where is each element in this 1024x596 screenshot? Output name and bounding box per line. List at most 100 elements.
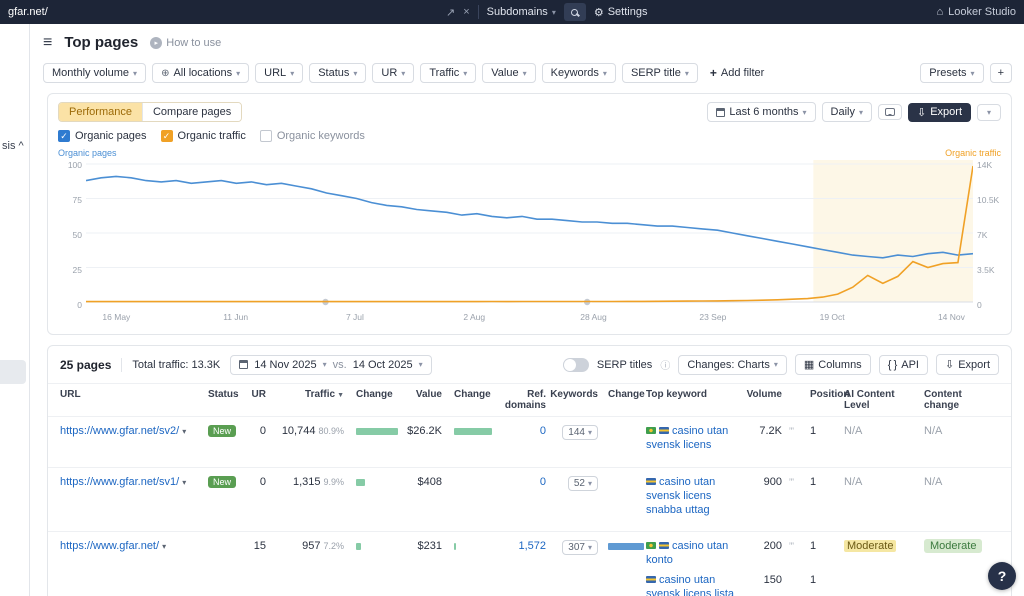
chevron-down-icon: ▾ [463, 69, 467, 78]
col-value[interactable]: Value [392, 389, 446, 411]
keyword-flags [646, 574, 659, 586]
sidebar-selected-item-fragment[interactable] [0, 360, 26, 384]
col-keywords-change[interactable]: Change [602, 389, 646, 411]
col-top-keyword[interactable]: Top keyword [646, 389, 746, 411]
chevron-down-icon: ▾ [971, 69, 975, 78]
col-spacer [786, 389, 800, 411]
ur-value: 15 [246, 540, 270, 552]
filter-monthly-volume[interactable]: Monthly volume▾ [43, 63, 146, 83]
api-button[interactable]: { }API [879, 355, 928, 375]
domain-input[interactable]: gfar.net/ [8, 6, 438, 18]
top-keyword-link[interactable]: casino utan svensk licens lista [646, 574, 734, 596]
sidebar-fragment[interactable]: sis ^ [2, 140, 24, 152]
secondary-date[interactable]: 14 Oct 2025 [353, 359, 413, 371]
filter-url[interactable]: URL▾ [255, 63, 303, 83]
col-url[interactable]: URL [60, 389, 208, 411]
keywords-select[interactable]: 307▾ [562, 540, 598, 555]
columns-button[interactable]: ▦Columns [795, 354, 871, 375]
play-icon: ▸ [150, 37, 162, 49]
col-keywords[interactable]: Keywords [550, 389, 602, 411]
notes-button[interactable] [878, 104, 902, 120]
legend-organic-pages[interactable]: ✓Organic pages [58, 130, 147, 142]
filter-status[interactable]: Status▾ [309, 63, 366, 83]
subdomains-dropdown[interactable]: Subdomains ▾ [487, 6, 556, 18]
search-button[interactable] [564, 3, 586, 21]
filter-traffic[interactable]: Traffic▾ [420, 63, 476, 83]
how-to-use-link[interactable]: ▸ How to use [150, 37, 221, 49]
expand-caret-icon[interactable]: ▾ [182, 427, 186, 436]
traffic-value: 10,744 [282, 425, 316, 437]
chart-export-button[interactable]: ⇩Export [908, 103, 971, 122]
keyword-volume: 900 [746, 476, 786, 488]
filter-all-locations[interactable]: ⊕All locations▾ [152, 63, 249, 83]
help-button[interactable]: ? [988, 562, 1016, 590]
open-in-new-tab-icon[interactable]: ↗ [446, 6, 455, 19]
globe-icon: ⊕ [161, 68, 169, 79]
page-url-link[interactable]: https://www.gfar.net/sv1/ [60, 476, 179, 488]
ref-domains-link[interactable]: 0 [540, 425, 546, 437]
chevron-down-icon: ▾ [323, 360, 327, 369]
keywords-select[interactable]: 52▾ [568, 476, 598, 491]
col-value-change[interactable]: Change [446, 389, 486, 411]
col-traffic[interactable]: Traffic▼ [270, 389, 348, 411]
compare-dates-control[interactable]: 14 Nov 2025 ▾ vs. 14 Oct 2025 ▾ [230, 355, 431, 375]
legend-organic-traffic[interactable]: ✓Organic traffic [161, 130, 246, 142]
expand-caret-icon[interactable]: ▾ [162, 542, 166, 551]
expand-caret-icon[interactable]: ▾ [182, 478, 186, 487]
col-traffic-change[interactable]: Change [348, 389, 392, 411]
add-filter-button[interactable]: +Add filter [704, 63, 770, 83]
quotes-icon: ”” [789, 477, 793, 487]
divider [478, 5, 479, 19]
total-traffic: Total traffic: 13.3K [132, 359, 220, 371]
value: $231 [392, 540, 446, 552]
changes-dropdown[interactable]: Changes: Charts▾ [678, 355, 787, 375]
ref-domains-link[interactable]: 1,572 [518, 540, 546, 552]
chevron-down-icon: ▾ [419, 360, 423, 369]
tab-performance[interactable]: Performance [59, 103, 142, 121]
filter-value[interactable]: Value▾ [482, 63, 535, 83]
table-row[interactable]: https://www.gfar.net/sv1/▾ New 0 1,3159.… [48, 467, 1011, 531]
page-url-link[interactable]: https://www.gfar.net/ [60, 540, 159, 552]
info-icon[interactable]: ⓘ [660, 357, 670, 372]
col-volume[interactable]: Volume [746, 389, 786, 411]
col-position[interactable]: Position [800, 389, 844, 411]
x-tick-label: 19 Oct [820, 312, 845, 322]
x-axis-labels: 16 May11 Jun7 Jul2 Aug28 Aug23 Sep19 Oct… [90, 312, 969, 328]
chevron-down-icon: ▾ [552, 8, 556, 17]
table-row[interactable]: https://www.gfar.net/▾ 15 9577.2% $231 1… [48, 531, 1011, 596]
filter-serp-title[interactable]: SERP title▾ [622, 63, 698, 83]
presets-dropdown[interactable]: Presets▾ [920, 63, 983, 83]
date-range-dropdown[interactable]: Last 6 months▾ [707, 102, 815, 122]
settings-button[interactable]: ⚙ Settings [594, 6, 648, 19]
columns-icon: ▦ [804, 358, 814, 371]
traffic-value: 1,315 [293, 476, 321, 488]
col-status[interactable]: Status [208, 389, 246, 411]
ref-domains-link[interactable]: 0 [540, 476, 546, 488]
traffic-chart-svg[interactable] [86, 160, 973, 310]
filter-keywords[interactable]: Keywords▾ [542, 63, 616, 83]
table-row[interactable]: https://www.gfar.net/sv2/▾ New 0 10,7448… [48, 416, 1011, 467]
filter-ur[interactable]: UR▾ [372, 63, 414, 83]
clear-icon[interactable]: × [463, 6, 469, 18]
flag-icon-br [646, 542, 656, 549]
collapsed-sidebar: sis ^ [0, 24, 30, 596]
col-content-change[interactable]: Content change [924, 389, 1002, 411]
menu-icon[interactable]: ≡ [43, 35, 52, 51]
serp-titles-toggle[interactable] [563, 358, 589, 372]
chevron-down-icon: ▾ [353, 69, 357, 78]
tab-compare-pages[interactable]: Compare pages [142, 103, 241, 121]
col-ur[interactable]: UR [246, 389, 270, 411]
looker-studio-button[interactable]: ⌂ Looker Studio [936, 6, 1016, 18]
page-url-link[interactable]: https://www.gfar.net/sv2/ [60, 425, 179, 437]
primary-date[interactable]: 14 Nov 2025 [254, 359, 316, 371]
legend-organic-keywords[interactable]: Organic keywords [260, 130, 365, 142]
table-export-button[interactable]: ⇩Export [936, 354, 999, 375]
add-preset-button[interactable]: + [990, 63, 1012, 83]
col-ref-domains[interactable]: Ref. domains [486, 389, 550, 411]
col-ai-content-level[interactable]: AI Content Level [844, 389, 924, 411]
granularity-dropdown[interactable]: Daily▾ [822, 102, 872, 122]
chevron-down-icon: ▾ [859, 108, 863, 117]
sort-desc-icon: ▼ [337, 392, 344, 399]
keywords-select[interactable]: 144▾ [562, 425, 598, 440]
chart-more-button[interactable]: ▾ [977, 104, 1001, 121]
